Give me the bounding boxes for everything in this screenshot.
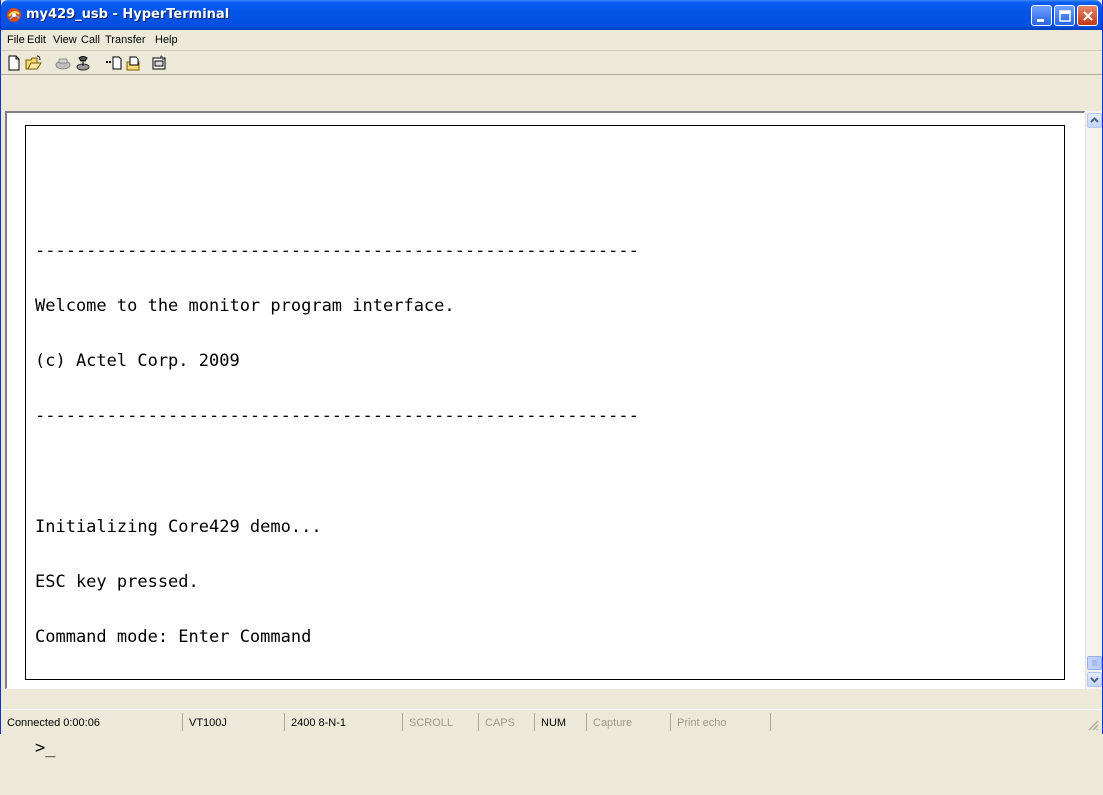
new-connection-icon[interactable] [5,54,23,72]
menu-view[interactable]: View [53,34,77,46]
grip-lines-icon [1092,660,1097,666]
minimize-icon [1037,19,1044,22]
receive-icon[interactable] [125,54,143,72]
open-icon[interactable] [25,54,43,72]
status-num: NUM [535,713,587,731]
close-icon [1083,11,1093,21]
hyperterminal-app-icon[interactable] [6,7,22,23]
scroll-thumb[interactable] [1087,656,1102,670]
close-button[interactable] [1077,5,1098,26]
status-print-echo: Print echo [671,713,771,731]
status-caps: CAPS [479,713,535,731]
chevron-up-icon [1090,117,1099,123]
terminal-line: (c) Actel Corp. 2009 [35,351,240,372]
terminal-line: ESC key pressed. [35,572,199,593]
menu-bar: File Edit View Call Transfer Help [1,30,1102,51]
maximize-button[interactable] [1054,5,1075,26]
status-capture: Capture [587,713,671,731]
disconnect-icon[interactable] [54,54,72,72]
maximize-icon [1059,10,1071,22]
properties-icon[interactable] [151,54,169,72]
terminal-line: ----------------------------------------… [35,406,639,427]
resize-grip-icon[interactable] [1087,719,1099,731]
status-connected: Connected 0:00:06 [1,713,183,731]
vertical-scrollbar[interactable] [1085,111,1102,689]
terminal-line: Initializing Core429 demo... [35,516,322,537]
menu-transfer[interactable]: Transfer [105,34,146,46]
status-port-settings: 2400 8-N-1 [285,713,403,731]
menu-file[interactable]: File [7,34,25,46]
terminal-line: ----------------------------------------… [35,240,639,261]
terminal-line: Command mode: Enter Command [35,627,312,648]
terminal-line: Welcome to the monitor program interface… [35,296,455,317]
chevron-down-icon [1090,677,1099,683]
minimize-button[interactable] [1031,5,1052,26]
scroll-up-button[interactable] [1087,113,1102,128]
toolbar [1,51,1102,75]
terminal-line: ​ [35,684,639,702]
send-icon[interactable] [105,54,123,72]
terminal-line: ​ [35,463,639,481]
client-top-gap [5,77,1102,111]
status-scroll: SCROLL [403,713,479,731]
title-bar[interactable]: my429_usb - HyperTerminal [1,0,1102,30]
terminal-output: ----------------------------------------… [35,205,639,794]
scroll-down-button[interactable] [1087,672,1102,687]
status-emulation: VT100J [183,713,285,731]
hyperterminal-window: my429_usb - HyperTerminal File Edit View… [0,0,1103,757]
terminal-screen[interactable]: ----------------------------------------… [25,125,1065,757]
terminal-prompt: >_ [35,737,56,758]
menu-edit[interactable]: Edit [27,34,46,46]
menu-help[interactable]: Help [155,34,178,46]
dial-icon[interactable] [74,54,92,72]
window-title: my429_usb - HyperTerminal [26,7,230,22]
menu-call[interactable]: Call [81,34,100,46]
status-bar: Connected 0:00:06 VT100J 2400 8-N-1 SCRO… [1,709,1102,734]
